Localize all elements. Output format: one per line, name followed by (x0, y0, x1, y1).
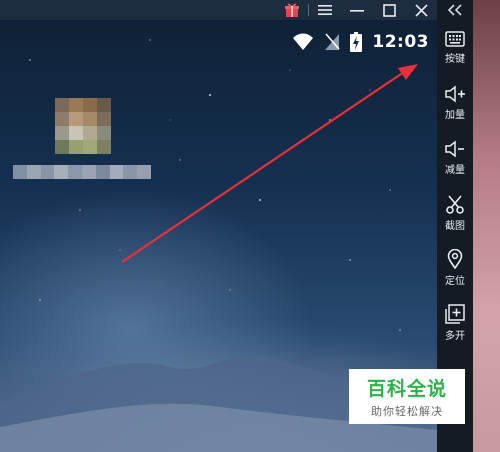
watermark-subtitle: 助你轻松解决 (371, 405, 443, 418)
battery-charging-icon (350, 32, 363, 52)
emulator-titlebar (0, 0, 437, 20)
sidebar-item-multi-open[interactable]: 多开 (437, 295, 473, 350)
scissors-icon (446, 194, 464, 214)
android-statusbar: 12:03 (292, 30, 429, 54)
sidebar-item-keys[interactable]: 按键 (437, 20, 473, 75)
watermark-title: 百科全说 (366, 378, 447, 400)
sidebar-item-label: 加量 (445, 109, 465, 121)
sidebar-item-volume-down[interactable]: 减量 (437, 130, 473, 185)
sidebar-item-label: 定位 (445, 275, 465, 287)
maximize-button[interactable] (373, 0, 405, 20)
sidebar-item-volume-up[interactable]: 加量 (437, 75, 473, 130)
baike-watermark: 百科全说 助你轻松解决 (349, 369, 465, 424)
menu-button[interactable] (309, 0, 341, 20)
close-button[interactable] (405, 0, 437, 20)
location-pin-icon (447, 248, 463, 269)
sidebar-item-label: 多开 (445, 330, 465, 342)
minimize-button[interactable] (341, 0, 373, 20)
status-clock: 12:03 (372, 32, 429, 52)
minimize-icon (350, 10, 364, 12)
menu-icon (318, 5, 332, 15)
multi-open-icon (445, 303, 465, 324)
double-chevron-left-icon (448, 4, 462, 16)
gift-button[interactable] (276, 0, 308, 20)
sidebar-wallpaper-strip (473, 0, 500, 452)
no-signal-icon (325, 33, 340, 50)
sidebar-item-location[interactable]: 定位 (437, 240, 473, 295)
gift-icon (285, 3, 299, 17)
wifi-icon (293, 33, 314, 50)
maximize-icon (382, 3, 396, 17)
sidebar-collapse-button[interactable] (437, 0, 473, 20)
keyboard-icon (445, 30, 465, 47)
volume-down-icon (445, 139, 464, 158)
sidebar-item-screenshot[interactable]: 截图 (437, 185, 473, 240)
volume-up-icon (445, 84, 465, 103)
sidebar-item-label: 按键 (445, 53, 465, 65)
close-icon (414, 3, 428, 17)
sidebar-item-label: 截图 (445, 220, 465, 232)
sidebar-item-label: 减量 (445, 164, 465, 176)
